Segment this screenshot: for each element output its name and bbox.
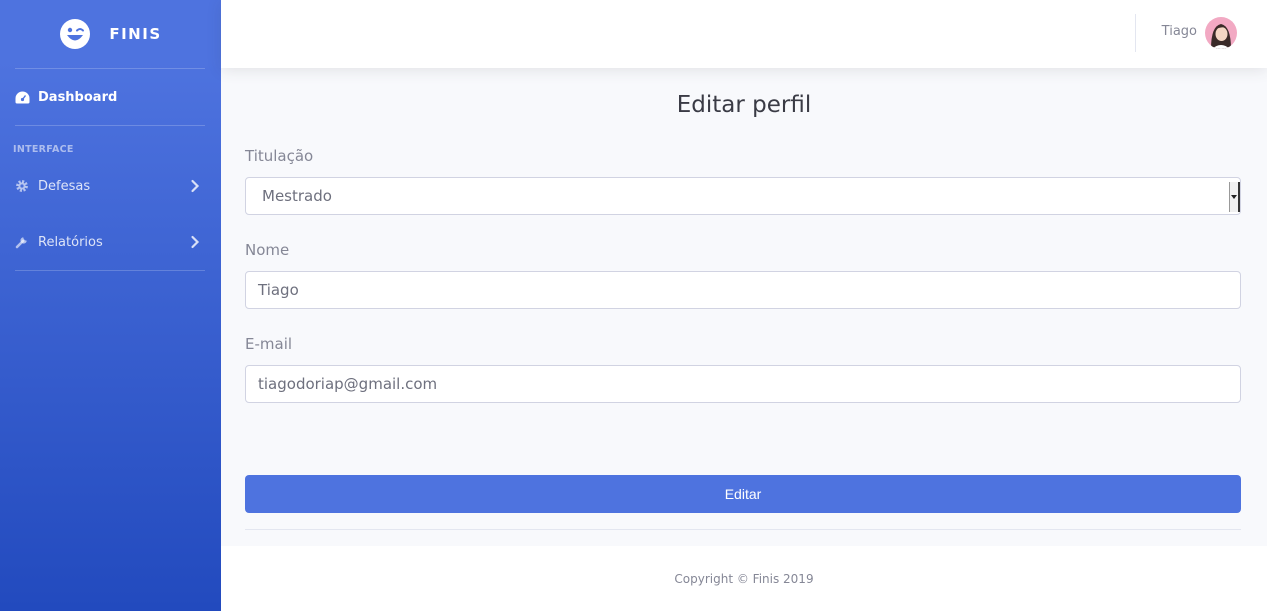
copyright-text: Copyright © Finis 2019 (674, 571, 814, 586)
editar-button[interactable]: Editar (245, 475, 1241, 513)
email-input[interactable]: tiagodoriap@gmail.com (245, 365, 1241, 403)
brand-name: FINIS (109, 25, 162, 43)
sidebar-divider (15, 68, 205, 69)
sidebar-divider (15, 270, 205, 271)
brand-link[interactable]: FINIS (0, 0, 221, 68)
titulacao-label: Titulação (245, 147, 314, 165)
sidebar-item-relatorios[interactable]: Relatórios (14, 230, 206, 254)
chevron-right-icon (191, 179, 200, 193)
chevron-right-icon (191, 235, 200, 249)
topbar-divider (1135, 14, 1136, 52)
topbar: Tiago (221, 0, 1267, 68)
form-divider (245, 529, 1241, 530)
nome-label: Nome (245, 241, 290, 259)
avatar[interactable] (1205, 17, 1237, 49)
sidebar-item-label: Defesas (38, 178, 91, 194)
footer: Copyright © Finis 2019 (221, 546, 1267, 611)
sidebar-item-dashboard[interactable]: Dashboard (14, 85, 206, 109)
sidebar-item-label: Relatórios (38, 234, 103, 250)
sidebar: FINIS Dashboard INTERFACE Defesas Relató… (0, 0, 221, 611)
wrench-icon (14, 234, 30, 250)
sidebar-item-defesas[interactable]: Defesas (14, 174, 206, 198)
titulacao-select[interactable]: Mestrado (245, 177, 1241, 215)
page-title: Editar perfil (676, 92, 812, 118)
tachometer-icon (14, 89, 30, 105)
nome-input[interactable]: Tiago (245, 271, 1241, 309)
titulacao-selected-value: Mestrado (262, 187, 332, 205)
main-content: Editar perfil Titulação Mestrado Nome Ti… (221, 68, 1267, 546)
sidebar-divider (15, 125, 205, 126)
laugh-wink-icon (60, 19, 91, 49)
email-label: E-mail (245, 335, 293, 353)
gear-icon (14, 178, 30, 194)
email-value: tiagodoriap@gmail.com (258, 375, 438, 393)
sidebar-item-label: Dashboard (38, 89, 118, 105)
caret-down-icon[interactable] (1229, 182, 1240, 212)
user-name[interactable]: Tiago (1162, 24, 1197, 39)
nome-value: Tiago (258, 281, 299, 299)
sidebar-heading: INTERFACE (13, 144, 74, 155)
